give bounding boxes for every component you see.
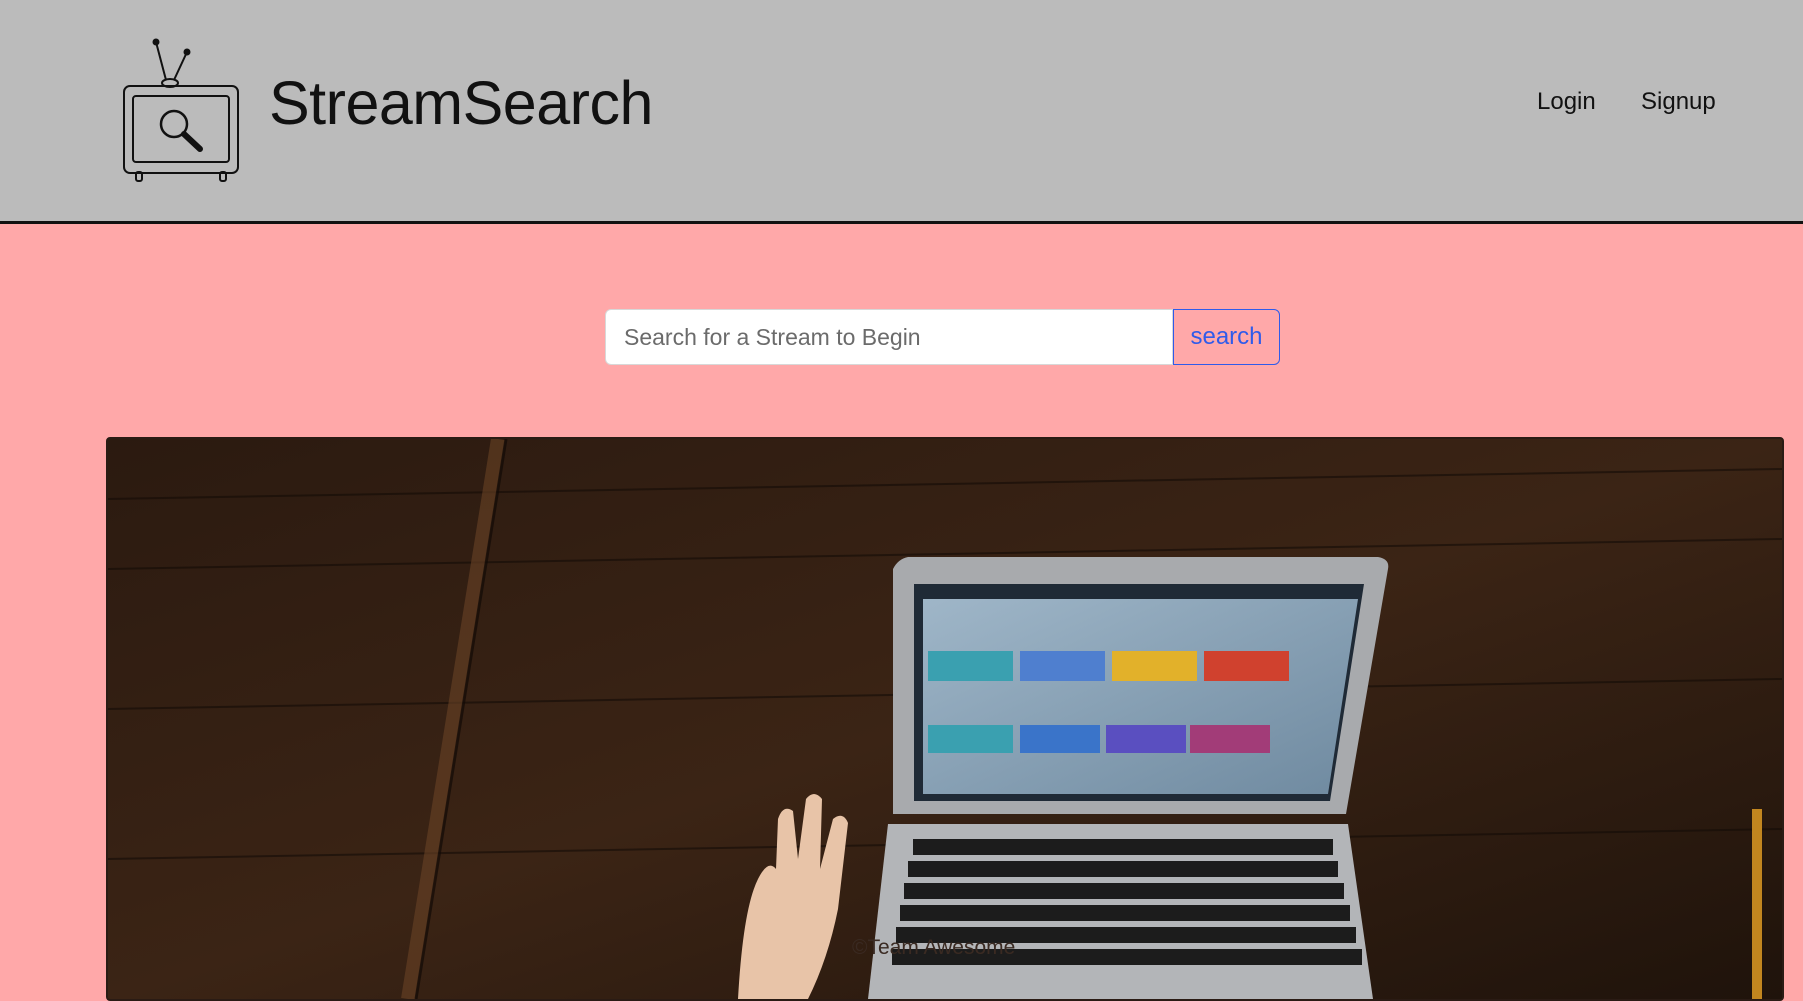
laptop-on-wooden-desk-photo <box>108 439 1782 999</box>
search-button[interactable]: search <box>1173 309 1280 365</box>
search-input[interactable] <box>605 309 1173 365</box>
footer-copyright: ©Team Awesome <box>852 936 1016 959</box>
tv-search-icon[interactable] <box>118 38 243 183</box>
login-link[interactable]: Login <box>1537 88 1596 116</box>
signup-link[interactable]: Signup <box>1641 88 1716 116</box>
hero-image <box>106 437 1784 1001</box>
search-bar: search <box>605 309 1280 365</box>
site-header: StreamSearch Login Signup <box>0 0 1803 224</box>
brand-title[interactable]: StreamSearch <box>269 68 653 138</box>
